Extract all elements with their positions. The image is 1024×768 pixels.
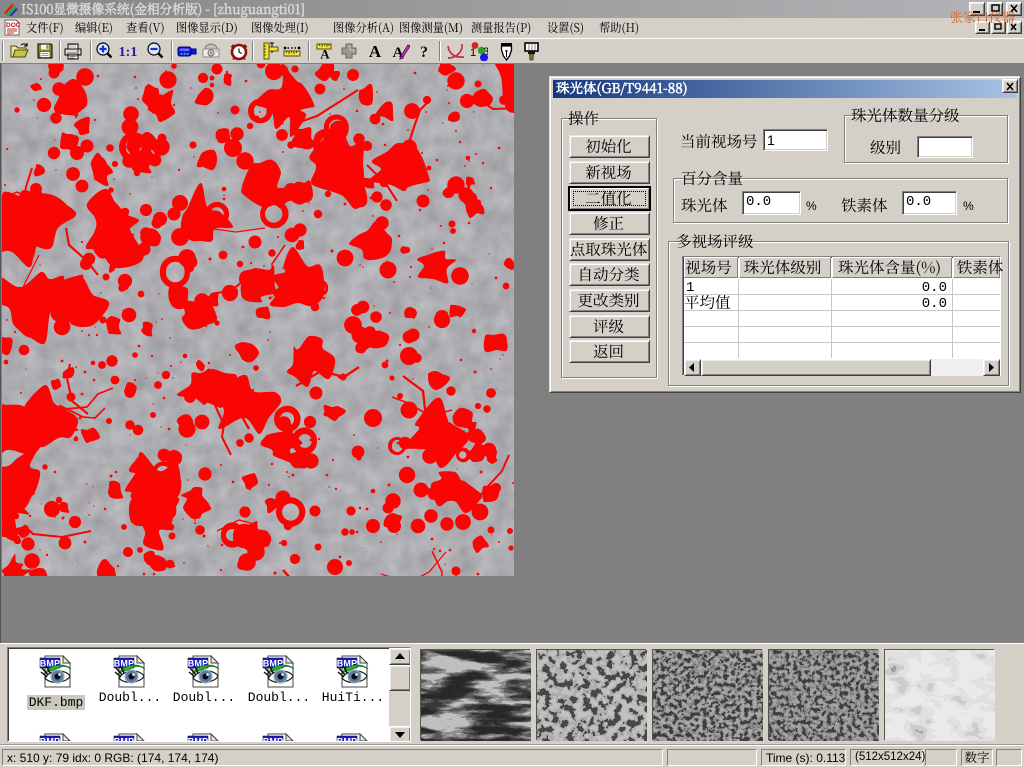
svg-text:BMP: BMP [188, 736, 209, 742]
svg-text:BMP: BMP [263, 736, 284, 742]
svg-text:1:1: 1:1 [119, 45, 138, 60]
svg-text:?: ? [420, 44, 428, 61]
svg-text:1: 1 [470, 47, 476, 59]
svg-text:BMP: BMP [337, 736, 358, 742]
svg-text:A: A [320, 47, 330, 62]
svg-text:BMP: BMP [114, 736, 135, 742]
svg-text:A: A [369, 42, 382, 61]
svg-text:DOC: DOC [6, 22, 20, 29]
svg-text:BMP: BMP [40, 736, 61, 742]
